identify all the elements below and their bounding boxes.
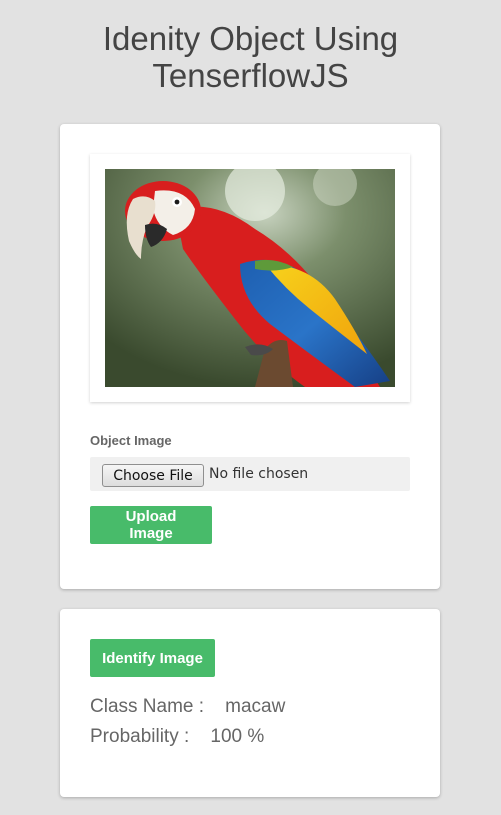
probability-label: Probability :	[90, 726, 190, 747]
choose-file-button[interactable]: Choose File	[102, 464, 204, 487]
file-input[interactable]: Choose File No file chosen	[90, 457, 410, 491]
class-name-value: macaw	[225, 696, 286, 717]
upload-image-button[interactable]: Upload Image	[90, 506, 212, 544]
preview-image	[105, 169, 395, 387]
page-title-line-1: Idenity Object Using	[102, 20, 399, 57]
page-title: Idenity Object Using TenserflowJS	[0, 20, 501, 94]
file-status-text: No file chosen	[209, 466, 309, 482]
object-image-label: Object Image	[90, 433, 172, 448]
image-preview-frame	[90, 154, 410, 402]
page-title-line-2: TenserflowJS	[152, 57, 349, 94]
probability-value: 100 %	[210, 726, 265, 747]
class-name-label: Class Name :	[90, 696, 205, 717]
identify-card: Identify Image Class Name : macaw Probab…	[60, 609, 440, 797]
upload-card: Object Image Choose File No file chosen …	[60, 124, 440, 589]
identify-image-button[interactable]: Identify Image	[90, 639, 215, 677]
class-name-row: Class Name : macaw	[90, 696, 285, 718]
probability-row: Probability : 100 %	[90, 726, 264, 748]
